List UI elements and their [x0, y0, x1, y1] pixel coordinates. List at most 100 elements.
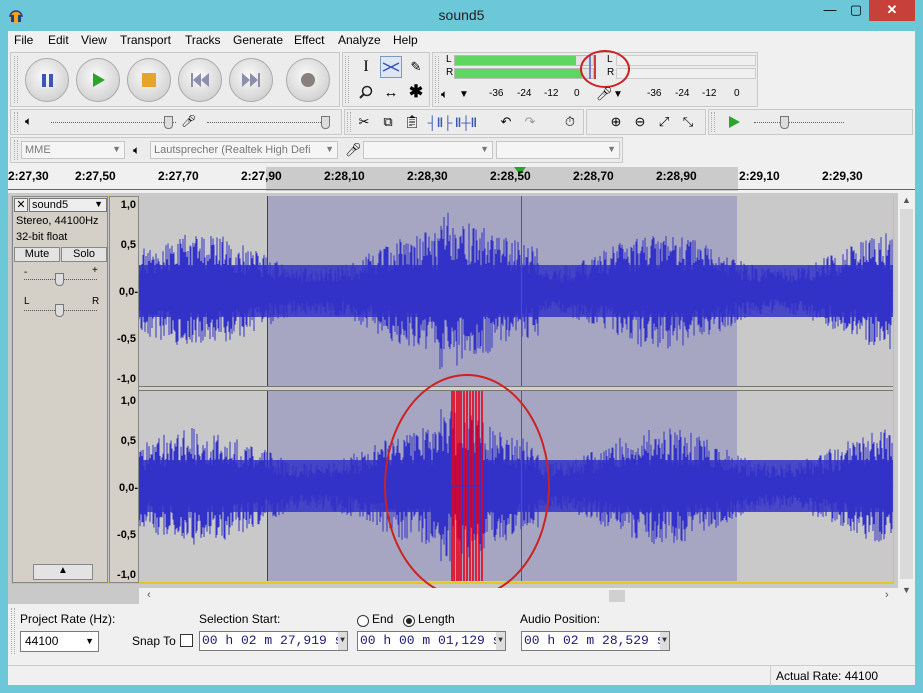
collapse-track-button[interactable]: ▲ [33, 564, 93, 580]
toolbar-grip[interactable] [347, 112, 351, 132]
paste-button[interactable]: 📋︎ [401, 111, 423, 133]
gain-minus-label: - [24, 267, 28, 278]
play-at-speed-button[interactable] [723, 111, 745, 133]
gain-plus-label: + [92, 265, 98, 276]
waveform-channel-left[interactable] [139, 196, 893, 386]
zoom-toolbar: ⊕ ⊖ ⤢ ⤡ [586, 109, 706, 135]
input-channels-select[interactable]: ▼ [496, 141, 620, 159]
sync-lock-button[interactable]: ⏱︎ [559, 111, 581, 133]
input-volume-slider[interactable] [207, 122, 329, 123]
format-menu-arrow-icon[interactable]: ▼ [660, 632, 669, 650]
menu-effect[interactable]: Effect [294, 33, 324, 47]
selection-start-field[interactable]: 00 h 02 m 27,919 s ▼ [199, 631, 348, 651]
zoom-in-button[interactable]: ⊕ [605, 111, 627, 133]
menu-view[interactable]: View [81, 33, 107, 47]
redo-button[interactable]: ↷ [519, 111, 541, 133]
format-menu-arrow-icon[interactable]: ▼ [338, 632, 347, 650]
time-shift-tool[interactable]: ↔ [380, 81, 402, 103]
input-volume-thumb[interactable] [321, 116, 330, 129]
multi-tool[interactable]: ✱ [405, 81, 427, 103]
stop-button[interactable] [127, 58, 171, 102]
fit-project-icon: ⤡ [682, 114, 694, 129]
menu-help[interactable]: Help [393, 33, 418, 47]
speaker-icon[interactable]: 🔈︎ [441, 87, 448, 102]
pan-slider-thumb[interactable] [55, 304, 64, 317]
scroll-up-arrow-icon[interactable]: ▲ [902, 195, 911, 205]
menu-transport[interactable]: Transport [120, 33, 171, 47]
menu-edit[interactable]: Edit [48, 33, 69, 47]
skip-to-end-button[interactable] [229, 58, 273, 102]
window-title: sound5 [438, 7, 485, 23]
output-volume-slider[interactable] [51, 122, 176, 123]
rec-meter-left[interactable] [616, 55, 756, 66]
snap-to-checkbox[interactable] [180, 634, 193, 647]
menu-file[interactable]: File [14, 33, 33, 47]
rec-scale-0: 0 [734, 88, 740, 99]
fit-selection-button[interactable]: ⤢ [653, 111, 675, 133]
input-device-select[interactable]: ▼ [363, 141, 493, 159]
play-meter-left[interactable] [454, 55, 594, 66]
end-radio[interactable] [357, 615, 369, 627]
audio-host-select[interactable]: MME ▼ [21, 141, 125, 159]
close-button[interactable]: ✕ [869, 0, 915, 21]
track-close-button[interactable]: ✕ [14, 198, 28, 212]
envelope-icon [382, 62, 400, 72]
timeline-ruler[interactable]: 2:27,30 2:27,50 2:27,70 2:27,90 2:28,10 … [8, 167, 915, 191]
copy-button[interactable]: ⧉ [377, 111, 399, 133]
envelope-tool[interactable] [380, 56, 402, 78]
cut-button[interactable]: ✂ [353, 111, 375, 133]
scroll-right-arrow-icon[interactable]: › [885, 589, 889, 601]
solo-button[interactable]: Solo [61, 247, 107, 262]
maximize-button[interactable]: ▢ [843, 0, 869, 21]
silence-button[interactable]: ‖┼‖ [455, 111, 477, 133]
mute-button[interactable]: Mute [14, 247, 60, 262]
toolbar-grip[interactable] [14, 140, 18, 160]
skip-to-start-button[interactable] [178, 58, 222, 102]
pause-button[interactable] [25, 58, 69, 102]
project-rate-select[interactable]: 44100 ▼ [20, 631, 99, 652]
gain-slider-thumb[interactable] [55, 273, 64, 286]
format-menu-arrow-icon[interactable]: ▼ [496, 632, 505, 650]
menu-tracks[interactable]: Tracks [185, 33, 221, 47]
menu-generate[interactable]: Generate [233, 33, 283, 47]
output-device-select[interactable]: Lautsprecher (Realtek High Defi ▼ [150, 141, 338, 159]
toolbar-grip[interactable] [11, 608, 15, 654]
horizontal-scrollbar[interactable]: ‹ › [139, 588, 898, 604]
waveform-left [139, 212, 893, 369]
vertical-scroll-thumb[interactable] [900, 209, 913, 579]
microphone-icon[interactable]: 🎤︎ [596, 86, 613, 102]
record-button[interactable] [286, 58, 330, 102]
play-meter-right[interactable] [454, 68, 594, 79]
play-meter-menu-arrow[interactable]: ▼ [459, 89, 469, 100]
length-field[interactable]: 00 h 00 m 01,129 s ▼ [357, 631, 506, 651]
zoom-tool[interactable] [355, 81, 377, 103]
rec-meter-menu-arrow[interactable]: ▼ [613, 89, 623, 100]
audio-position-field[interactable]: 00 h 02 m 28,529 s ▼ [521, 631, 670, 651]
playback-speed-thumb[interactable] [780, 116, 789, 129]
output-volume-thumb[interactable] [164, 116, 173, 129]
toolbar-grip[interactable] [345, 56, 349, 103]
vertical-scrollbar[interactable]: ▲ ▼ [898, 193, 915, 607]
selection-tool[interactable]: I [355, 56, 377, 78]
toolbar-grip[interactable] [14, 56, 18, 103]
scale-label: 0,0- [119, 482, 138, 494]
scroll-left-arrow-icon[interactable]: ‹ [147, 589, 151, 601]
draw-tool[interactable]: ✎ [405, 56, 427, 78]
undo-button[interactable]: ↶ [495, 111, 517, 133]
fit-project-button[interactable]: ⤡ [677, 111, 699, 133]
menu-analyze[interactable]: Analyze [338, 33, 381, 47]
track-name-menu[interactable]: sound5 ▼ [29, 198, 107, 212]
minimize-button[interactable]: — [817, 0, 843, 21]
length-radio[interactable] [403, 615, 415, 627]
horizontal-scroll-thumb[interactable] [609, 590, 625, 602]
scroll-down-arrow-icon[interactable]: ▼ [902, 585, 911, 595]
paste-icon: 📋︎ [403, 114, 421, 129]
toolbar-grip[interactable] [14, 112, 18, 132]
toolbar-grip[interactable] [711, 112, 715, 132]
zoom-out-button[interactable]: ⊖ [629, 111, 651, 133]
playback-speed-slider[interactable] [754, 122, 844, 123]
toolbar-grip[interactable] [435, 56, 439, 103]
rec-meter-right[interactable] [616, 68, 756, 79]
play-button[interactable] [76, 58, 120, 102]
trim-button[interactable]: ┤‖├ [428, 111, 453, 133]
